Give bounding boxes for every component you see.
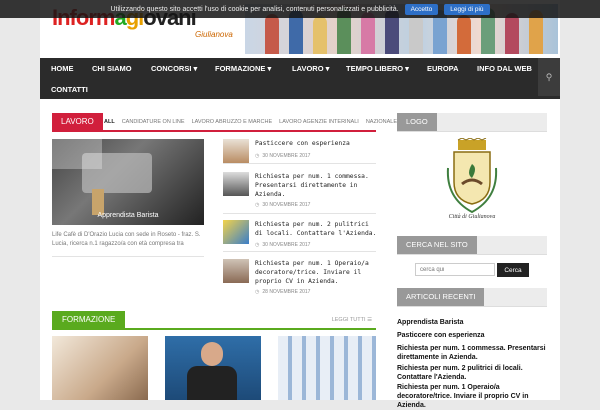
cookie-text: Utilizzando questo sito accetti l'uso di… [110, 5, 399, 13]
clock-icon: ◷ [255, 202, 260, 208]
cookie-more-button[interactable]: Leggi di più [444, 3, 490, 15]
nav-search-button[interactable]: ⚲ [538, 58, 560, 96]
item-date: ◷ 30 NOVEMBRE 2017 [255, 202, 310, 208]
item-title[interactable]: Richiesta per num. 1 Operaio/a decorator… [255, 259, 377, 286]
formazione-image-3[interactable] [278, 336, 376, 400]
lavoro-title: LAVORO [52, 113, 103, 131]
nav-chi-siamo[interactable]: CHI SIAMO [92, 64, 132, 73]
list-item[interactable]: Richiesta per num. 1 Operaio/a decorator… [223, 259, 373, 299]
featured-divider [52, 256, 204, 257]
logo-subtitle: Giulianova [195, 30, 233, 39]
sidebar-search-button[interactable]: Cerca [497, 263, 529, 277]
lavoro-underline [52, 130, 376, 132]
city-crest-image [446, 138, 498, 214]
item-date: ◷ 30 NOVEMBRE 2017 [255, 153, 310, 159]
nav-lavoro[interactable]: LAVORO ▾ [292, 64, 329, 73]
item-thumbnail[interactable] [223, 172, 249, 196]
recent-article-link[interactable]: Richiesta per num. 2 pulitrici di locali… [397, 364, 549, 382]
tab-abruzzo-marche[interactable]: LAVORO ABRUZZO E MARCHE [192, 113, 273, 131]
sidebar-search-input[interactable] [415, 263, 495, 276]
recent-article-link[interactable]: Richiesta per num. 1 Operaio/a decorator… [397, 383, 549, 410]
featured-image[interactable]: Apprendista Barista [52, 139, 204, 225]
item-date-text: 30 NOVEMBRE 2017 [262, 153, 311, 159]
recent-article-link[interactable]: Apprendista Barista [397, 318, 549, 327]
nav-europa[interactable]: EUROPA [427, 64, 459, 73]
item-date-text: 28 NOVEMBRE 2017 [262, 289, 311, 295]
tab-candidature[interactable]: CANDIDATURE ON LINE [122, 113, 185, 131]
sidebar-logo-title: LOGO [397, 113, 437, 131]
item-date-text: 30 NOVEMBRE 2017 [262, 242, 311, 248]
item-date: ◷ 28 NOVEMBRE 2017 [255, 289, 310, 295]
list-icon: ☰ [367, 317, 372, 323]
lavoro-tabs: ALL CANDIDATURE ON LINE LAVORO ABRUZZO E… [104, 113, 397, 131]
sidebar-search-header: CERCA NEL SITO [397, 236, 547, 255]
cookie-bar: Utilizzando questo sito accetti l'uso di… [0, 0, 600, 18]
item-thumbnail[interactable] [223, 220, 249, 244]
item-divider [223, 163, 376, 164]
item-date: ◷ 30 NOVEMBRE 2017 [255, 242, 310, 248]
sidebar-recent-header: ARTICOLI RECENTI [397, 288, 547, 307]
sidebar-logo-header: LOGO [397, 113, 547, 132]
item-date-text: 30 NOVEMBRE 2017 [262, 202, 311, 208]
featured-excerpt: Life Cafè di D'Orazio Lucia con sede in … [52, 232, 201, 247]
tab-agenzie-interinali[interactable]: LAVORO AGENZIE INTERINALI [279, 113, 359, 131]
item-divider [223, 213, 376, 214]
nav-tempo-libero[interactable]: TEMPO LIBERO ▾ [346, 64, 409, 73]
formazione-title: FORMAZIONE [52, 311, 126, 329]
list-item[interactable]: Richiesta per num. 1 commessa. Presentar… [223, 172, 373, 214]
formazione-read-all[interactable]: LEGGI TUTTI ☰ [332, 311, 372, 329]
crest-caption: Città di Giulianova [448, 214, 496, 220]
formazione-image-2[interactable] [165, 336, 261, 400]
nav-contatti[interactable]: CONTATTI [51, 85, 88, 94]
nav-home[interactable]: HOME [51, 64, 74, 73]
tab-nazionale[interactable]: NAZIONALE [366, 113, 397, 131]
read-all-label: LEGGI TUTTI [331, 317, 366, 323]
item-divider [223, 251, 376, 252]
main-nav: HOME CHI SIAMO CONCORSI ▾ FORMAZIONE ▾ L… [40, 58, 560, 99]
recent-article-link[interactable]: Pasticcere con esperienza [397, 331, 549, 340]
search-icon: ⚲ [545, 71, 553, 82]
featured-caption[interactable]: Apprendista Barista [52, 212, 204, 219]
formazione-underline [52, 328, 376, 330]
nav-concorsi[interactable]: CONCORSI ▾ [151, 64, 197, 73]
tab-all[interactable]: ALL [104, 113, 115, 131]
clock-icon: ◷ [255, 153, 260, 159]
page: Informagiovani Giulianova HOME CHI SIAMO… [40, 0, 560, 409]
cookie-accept-button[interactable]: Accetto [404, 3, 439, 15]
nav-info-dal-web[interactable]: INFO DAL WEB [477, 64, 532, 73]
nav-formazione[interactable]: FORMAZIONE ▾ [215, 64, 271, 73]
sidebar-recent-title: ARTICOLI RECENTI [397, 288, 485, 306]
item-title[interactable]: Richiesta per num. 2 pulitrici di locali… [255, 220, 377, 238]
item-thumbnail[interactable] [223, 259, 249, 283]
item-title[interactable]: Pasticcere con esperienza [255, 139, 377, 148]
clock-icon: ◷ [255, 289, 260, 295]
sidebar-search-title: CERCA NEL SITO [397, 236, 477, 254]
recent-article-link[interactable]: Richiesta per num. 1 commessa. Presentar… [397, 344, 549, 362]
clock-icon: ◷ [255, 242, 260, 248]
formazione-image-1[interactable] [52, 336, 148, 400]
item-title[interactable]: Richiesta per num. 1 commessa. Presentar… [255, 172, 377, 199]
item-thumbnail[interactable] [223, 139, 249, 163]
